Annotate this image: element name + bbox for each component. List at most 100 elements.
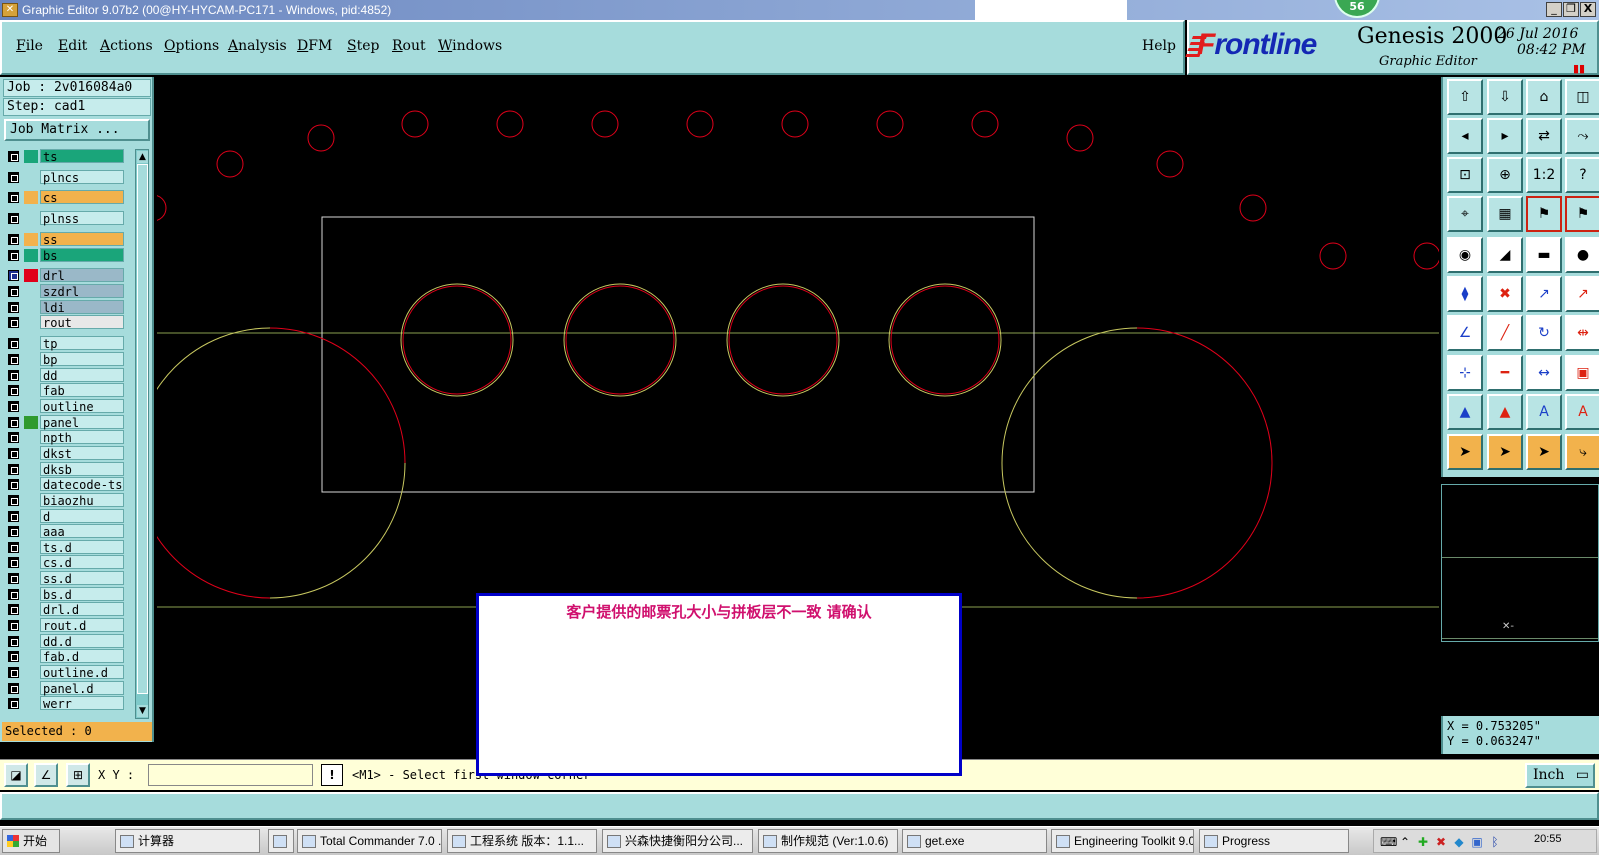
layer-name[interactable]: biaozhu — [40, 493, 124, 508]
close-button[interactable]: X — [1580, 2, 1596, 17]
layer-checkbox[interactable] — [8, 557, 19, 568]
layer-row[interactable]: ss — [3, 232, 134, 247]
layer-row[interactable]: ss.d — [3, 571, 134, 586]
menu-rout[interactable]: Rout — [392, 38, 426, 54]
layer-color-swatch[interactable] — [24, 556, 38, 569]
layer-name[interactable]: d — [40, 509, 124, 524]
layer-row[interactable]: biaozhu — [3, 493, 134, 508]
layer-checkbox[interactable] — [8, 589, 19, 600]
zoom-window-icon[interactable]: ◪ — [4, 763, 28, 787]
layer-row[interactable]: plncs — [3, 170, 134, 185]
layer-color-swatch[interactable] — [24, 400, 38, 413]
start-button[interactable]: 开始 — [2, 829, 60, 853]
layer-checkbox[interactable] — [8, 620, 19, 631]
grid-snap-icon[interactable]: ⊞ — [66, 763, 90, 787]
taskbar-item[interactable]: 工程系统 版本：1.1... — [447, 829, 597, 853]
layer-checkbox[interactable] — [8, 192, 19, 203]
layer-row[interactable]: drl.d — [3, 602, 134, 617]
layer-row[interactable]: ts — [3, 149, 134, 164]
layer-color-swatch[interactable] — [24, 384, 38, 397]
layer-color-swatch[interactable] — [24, 337, 38, 350]
bluetooth-icon[interactable]: ᛒ — [1488, 835, 1502, 849]
fit-icon[interactable]: ⊡ — [1447, 157, 1483, 193]
layer-row[interactable]: rout — [3, 315, 134, 330]
triangle-c-icon[interactable]: A — [1565, 394, 1599, 430]
point-add-icon[interactable]: ⊹ — [1447, 355, 1483, 391]
layer-color-swatch[interactable] — [24, 666, 38, 679]
taskbar-item[interactable]: Total Commander 7.0 ... — [297, 829, 442, 853]
scroll-up-icon[interactable]: ▲ — [137, 151, 148, 163]
layer-row[interactable]: bs.d — [3, 587, 134, 602]
swap-icon[interactable]: ⇄ — [1526, 118, 1562, 154]
job-matrix-button[interactable]: Job Matrix ... — [4, 119, 150, 141]
measure-tool-icon[interactable]: ⌖ — [1447, 196, 1483, 232]
layer-row[interactable]: plnss — [3, 211, 134, 226]
layer-color-swatch[interactable] — [24, 682, 38, 695]
layer-color-swatch[interactable] — [24, 191, 38, 204]
resize-icon[interactable]: ↔ — [1526, 355, 1562, 391]
layer-checkbox[interactable] — [8, 495, 19, 506]
angle-snap-icon[interactable]: ∠ — [34, 763, 58, 787]
layer-color-swatch[interactable] — [24, 697, 38, 710]
layer-name[interactable]: ss.d — [40, 571, 124, 586]
layer-checkbox[interactable] — [8, 604, 19, 615]
line-split-icon[interactable]: ━ — [1487, 355, 1523, 391]
layer-name[interactable]: fab.d — [40, 649, 124, 664]
select-circle-icon[interactable]: ➤ — [1526, 434, 1562, 470]
layer-checkbox[interactable] — [8, 448, 19, 459]
layer-name[interactable]: dksb — [40, 462, 124, 477]
layer-name[interactable]: datecode-ts — [40, 477, 124, 492]
layer-color-swatch[interactable] — [24, 541, 38, 554]
layer-name[interactable]: werr — [40, 696, 124, 711]
layer-name[interactable]: cs — [40, 190, 124, 205]
layer-color-swatch[interactable] — [24, 212, 38, 225]
layer-name[interactable]: szdrl — [40, 284, 124, 299]
menu-windows[interactable]: Windows — [438, 38, 502, 54]
layer-row[interactable]: dkst — [3, 446, 134, 461]
layer-color-swatch[interactable] — [24, 603, 38, 616]
layer-color-swatch[interactable] — [24, 285, 38, 298]
layer-name[interactable]: rout.d — [40, 618, 124, 633]
layer-row[interactable]: panel.d — [3, 681, 134, 696]
layer-color-swatch[interactable] — [24, 572, 38, 585]
layer-checkbox[interactable] — [8, 338, 19, 349]
menu-edit[interactable]: Edit — [58, 38, 87, 54]
layer-name[interactable]: panel.d — [40, 681, 124, 696]
layer-checkbox[interactable] — [8, 151, 19, 162]
taskbar-item[interactable]: Engineering Toolkit 9.0... — [1051, 829, 1194, 853]
copy-icon[interactable]: ▣ — [1565, 355, 1599, 391]
layer-row[interactable]: fab — [3, 383, 134, 398]
minimize-button[interactable]: _ — [1546, 2, 1562, 17]
layer-row[interactable]: aaa — [3, 524, 134, 539]
layer-checkbox[interactable] — [8, 234, 19, 245]
layer-row[interactable]: dksb — [3, 462, 134, 477]
layer-row[interactable]: outline.d — [3, 665, 134, 680]
network-error-icon[interactable]: ✖ — [1434, 835, 1448, 849]
layer-checkbox[interactable] — [8, 511, 19, 522]
taskbar-item[interactable]: 制作规范 (Ver:1.0.6) — [758, 829, 898, 853]
mirror-icon[interactable]: ⇹ — [1565, 315, 1599, 351]
restore-button[interactable]: ❐ — [1563, 2, 1579, 17]
layer-checkbox[interactable] — [8, 651, 19, 662]
layer-color-swatch[interactable] — [24, 447, 38, 460]
pan-right-icon[interactable]: ▸ — [1487, 118, 1523, 154]
scroll-thumb[interactable] — [137, 164, 148, 694]
layer-name[interactable]: dkst — [40, 446, 124, 461]
home-icon[interactable]: ⌂ — [1526, 79, 1562, 115]
layer-row[interactable]: panel — [3, 415, 134, 430]
layer-row[interactable]: ts.d — [3, 540, 134, 555]
layer-color-swatch[interactable] — [24, 171, 38, 184]
layer-name[interactable]: tp — [40, 336, 124, 351]
taskbar-item[interactable]: Progress — [1199, 829, 1349, 853]
xy-input[interactable] — [148, 764, 313, 786]
zoom-out-icon[interactable]: ⇩ — [1487, 79, 1523, 115]
layer-row[interactable]: cs.d — [3, 555, 134, 570]
keyboard-icon[interactable]: ⌨ — [1380, 835, 1397, 849]
layer-name[interactable]: panel — [40, 415, 124, 430]
taskbar-item[interactable]: 计算器 — [115, 829, 260, 853]
grid-icon[interactable]: ▦ — [1487, 196, 1523, 232]
layer-color-swatch[interactable] — [24, 233, 38, 246]
scroll-down-icon[interactable]: ▼ — [137, 705, 148, 717]
layer-row[interactable]: szdrl — [3, 284, 134, 299]
layer-row[interactable]: outline — [3, 399, 134, 414]
